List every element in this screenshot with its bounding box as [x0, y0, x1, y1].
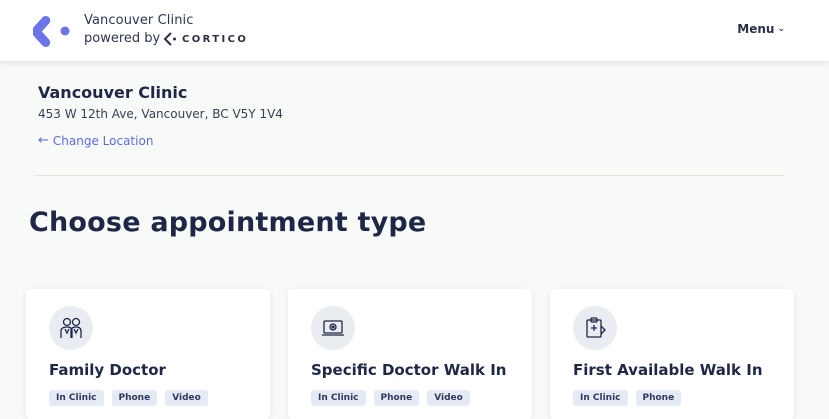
appointment-card-family-doctor[interactable]: Family Doctor In Clinic Phone Video	[26, 289, 270, 419]
powered-by-label: powered by	[84, 31, 161, 46]
tag-list: In Clinic Phone	[573, 390, 682, 406]
cortico-wordmark: CORTICO	[182, 33, 249, 45]
divider	[34, 175, 784, 176]
card-title: Specific Doctor Walk In	[311, 361, 507, 379]
page-title: Choose appointment type	[29, 207, 427, 238]
tag-phone: Phone	[635, 390, 682, 406]
tag-list: In Clinic Phone Video	[311, 390, 470, 406]
laptop-video-icon	[311, 306, 355, 350]
appointment-card-first-available[interactable]: First Available Walk In In Clinic Phone	[550, 289, 794, 419]
tag-phone: Phone	[111, 390, 158, 406]
menu-label: Menu	[737, 22, 775, 36]
change-location-link[interactable]: ← Change Location	[38, 133, 153, 148]
menu-button[interactable]: Menu ⌄	[737, 22, 785, 36]
appointment-card-specific-doctor[interactable]: Specific Doctor Walk In In Clinic Phone …	[288, 289, 532, 419]
location-name: Vancouver Clinic	[38, 83, 188, 102]
card-title: Family Doctor	[49, 361, 166, 379]
tag-in-clinic: In Clinic	[49, 390, 104, 406]
card-title: First Available Walk In	[573, 361, 763, 379]
clipboard-icon	[573, 306, 617, 350]
top-navbar: Vancouver Clinic powered by CORTICO Menu…	[0, 0, 829, 61]
cortico-logo: CORTICO	[163, 32, 248, 46]
tag-list: In Clinic Phone Video	[49, 390, 208, 406]
tag-in-clinic: In Clinic	[311, 390, 366, 406]
arrow-left-icon: ←	[38, 133, 49, 148]
chevron-down-icon: ⌄	[777, 24, 785, 34]
tag-video: Video	[165, 390, 208, 406]
location-address: 453 W 12th Ave, Vancouver, BC V5Y 1V4	[38, 107, 283, 121]
family-doctor-icon	[49, 306, 93, 350]
clinic-logo-icon[interactable]	[33, 12, 73, 50]
change-location-label: Change Location	[52, 133, 154, 148]
cortico-mark-icon	[163, 32, 176, 46]
brand-name: Vancouver Clinic	[84, 13, 194, 28]
tag-phone: Phone	[373, 390, 420, 406]
tag-in-clinic: In Clinic	[573, 390, 628, 406]
tag-video: Video	[427, 390, 470, 406]
